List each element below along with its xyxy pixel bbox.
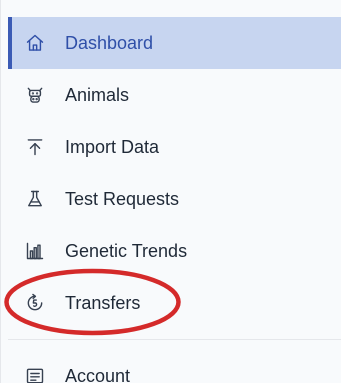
home-icon <box>24 32 46 54</box>
sidebar-item-label: Transfers <box>65 292 141 313</box>
sidebar-item-test-requests[interactable]: Test Requests <box>8 173 341 225</box>
sidebar-nav: Dashboard Animals Import Data Test Reque… <box>8 17 341 329</box>
sidebar-item-label: Dashboard <box>65 32 154 53</box>
account-card-icon <box>24 365 46 383</box>
upload-icon <box>24 136 46 158</box>
sidebar-item-label: Account <box>65 365 131 383</box>
sidebar-edge <box>0 0 1 383</box>
bar-chart-icon <box>24 240 46 262</box>
sidebar-divider <box>8 339 341 340</box>
flask-icon <box>24 188 46 210</box>
sidebar-item-label: Genetic Trends <box>65 240 188 261</box>
sidebar-item-label: Import Data <box>65 136 160 157</box>
sidebar-item-animals[interactable]: Animals <box>8 69 341 121</box>
sidebar-item-label: Animals <box>65 84 130 105</box>
sidebar-item-genetic-trends[interactable]: Genetic Trends <box>8 225 341 277</box>
sidebar-item-import-data[interactable]: Import Data <box>8 121 341 173</box>
sidebar-item-label: Test Requests <box>65 188 180 209</box>
transfer-icon <box>24 292 46 314</box>
sidebar-panel: Dashboard Animals Import Data Test Reque… <box>0 0 341 383</box>
sidebar-item-transfers[interactable]: Transfers <box>8 277 341 329</box>
sidebar-item-dashboard[interactable]: Dashboard <box>8 17 341 69</box>
sidebar-item-account[interactable]: Account <box>8 350 341 383</box>
cow-icon <box>24 84 46 106</box>
